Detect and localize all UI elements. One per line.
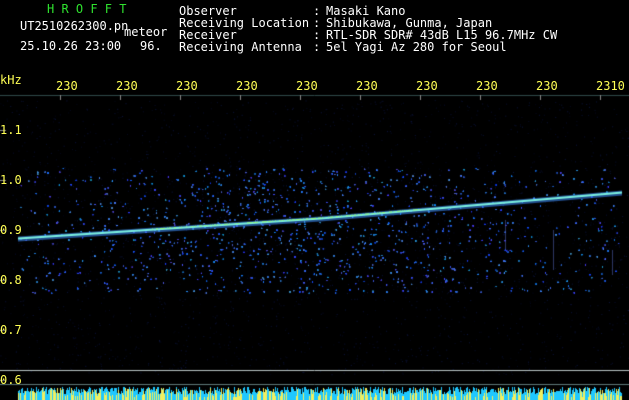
antenna-label: Receiving Antenna <box>179 40 302 54</box>
y-tick-label: 1.0 <box>0 173 22 187</box>
app-title: H R O F F T <box>47 2 127 16</box>
x-tick-label: 230 <box>536 79 558 93</box>
spectrogram-canvas <box>0 0 629 400</box>
x-tick-label: 230 <box>56 79 78 93</box>
mode-label: meteor <box>124 25 168 39</box>
datetime: 25.10.26 23:00 <box>20 39 122 53</box>
y-tick-label: 1.1 <box>0 123 22 137</box>
y-axis-unit: kHz <box>0 73 22 87</box>
x-tick-label: 230 <box>356 79 378 93</box>
filename: UT2510262300.pn <box>20 19 129 33</box>
x-tick-label: 230 <box>416 79 438 93</box>
antenna-separator: : <box>313 40 321 54</box>
x-tick-label: 230 <box>116 79 138 93</box>
y-tick-label: 0.8 <box>0 273 22 287</box>
x-tick-label: 230 <box>296 79 318 93</box>
antenna-value: 5el Yagi Az 280 for Seoul <box>326 40 507 54</box>
x-tick-label: 230 <box>236 79 258 93</box>
x-tick-label: 230 <box>476 79 498 93</box>
x-tick-label: 2310 <box>596 79 625 93</box>
frequency-short: 96. <box>140 39 162 53</box>
y-tick-label: 0.9 <box>0 223 22 237</box>
y-tick-label: 0.7 <box>0 323 22 337</box>
y-tick-label: 0.6 <box>0 373 22 387</box>
x-tick-label: 230 <box>176 79 198 93</box>
